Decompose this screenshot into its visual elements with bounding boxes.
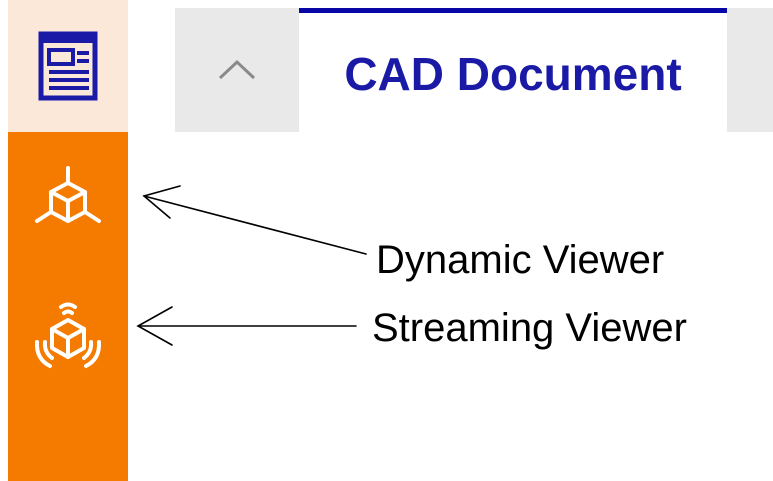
chevron-up-icon [218,59,256,80]
cube-streaming-icon [34,302,102,368]
dynamic-viewer-callout: Dynamic Viewer [376,238,665,282]
document-layout-icon [38,31,98,101]
document-view-button[interactable] [8,0,128,132]
app-root: CAD Document Dynamic Viewer Streaming Vi… [0,0,773,481]
collapse-button[interactable] [175,8,299,132]
viewer-sidebar [8,0,128,481]
cube-3d-icon [35,166,101,223]
dynamic-viewer-arrowhead [142,185,181,219]
viewer-toolbar [8,132,128,481]
document-tab-strip: CAD Document [175,8,773,132]
tab-cad-document-label: CAD Document [344,47,682,100]
dynamic-viewer-button[interactable] [8,154,128,254]
streaming-viewer-button[interactable] [8,288,128,388]
dynamic-viewer-arrow [143,195,367,255]
streaming-viewer-callout: Streaming Viewer [372,306,687,350]
tab-cad-document[interactable]: CAD Document [299,8,727,132]
streaming-viewer-arrowhead [136,306,173,346]
